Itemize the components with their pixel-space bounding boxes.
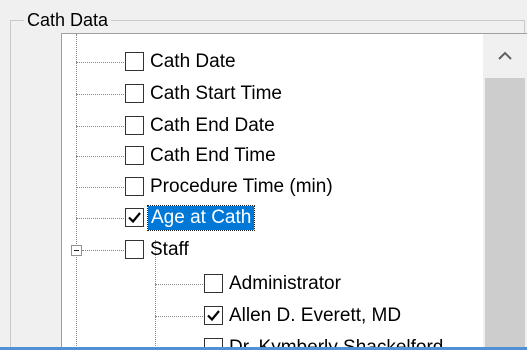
tree-item-checkbox[interactable] bbox=[125, 84, 144, 103]
tree-item-checkbox[interactable] bbox=[204, 306, 223, 325]
scroll-up-button[interactable] bbox=[483, 34, 527, 78]
tree-item-procedure-time[interactable]: Procedure Time (min) bbox=[150, 175, 333, 199]
tree-item-checkbox[interactable] bbox=[125, 146, 144, 165]
tree-item-cath-start-time[interactable]: Cath Start Time bbox=[150, 82, 282, 106]
groupbox-title: Cath Data bbox=[24, 9, 112, 31]
cath-data-panel: Cath Data Cath Date Cath Start Time Cath… bbox=[0, 0, 527, 350]
vertical-scrollbar[interactable] bbox=[483, 34, 527, 350]
tree-branch-line bbox=[76, 156, 124, 157]
tree-branch-line bbox=[76, 126, 124, 127]
checkmark-icon bbox=[128, 212, 141, 224]
tree-branch-line bbox=[155, 316, 203, 317]
collapse-minus-icon[interactable] bbox=[71, 245, 82, 256]
tree-item-cath-end-time[interactable]: Cath End Time bbox=[150, 144, 276, 168]
tree-item-checkbox[interactable] bbox=[125, 52, 144, 71]
tree-branch-line bbox=[155, 284, 203, 285]
tree-item-checkbox[interactable] bbox=[125, 116, 144, 135]
tree-item-checkbox[interactable] bbox=[125, 208, 144, 227]
tree-branch-line bbox=[76, 94, 124, 95]
tree-item-allen-d-everett[interactable]: Allen D. Everett, MD bbox=[229, 304, 401, 328]
tree-branch-line bbox=[76, 62, 124, 63]
checkmark-icon bbox=[207, 310, 220, 322]
tree-item-checkbox[interactable] bbox=[125, 240, 144, 259]
scroll-thumb[interactable] bbox=[485, 78, 525, 350]
tree-item-checkbox[interactable] bbox=[125, 177, 144, 196]
tree-branch-line bbox=[76, 218, 124, 219]
tree-item-administrator[interactable]: Administrator bbox=[229, 272, 341, 296]
tree-view[interactable]: Cath Date Cath Start Time Cath End Date … bbox=[61, 33, 527, 350]
tree-item-checkbox[interactable] bbox=[204, 274, 223, 293]
tree-item-cath-date[interactable]: Cath Date bbox=[150, 50, 236, 74]
tree-item-staff[interactable]: Staff bbox=[150, 238, 189, 262]
tree-connector-line bbox=[76, 34, 77, 350]
chevron-up-icon bbox=[498, 51, 512, 60]
tree-branch-line bbox=[82, 250, 124, 251]
tree-item-age-at-cath[interactable]: Age at Cath bbox=[146, 205, 256, 231]
tree-item-cath-end-date[interactable]: Cath End Date bbox=[150, 114, 275, 138]
tree-branch-line bbox=[76, 187, 124, 188]
